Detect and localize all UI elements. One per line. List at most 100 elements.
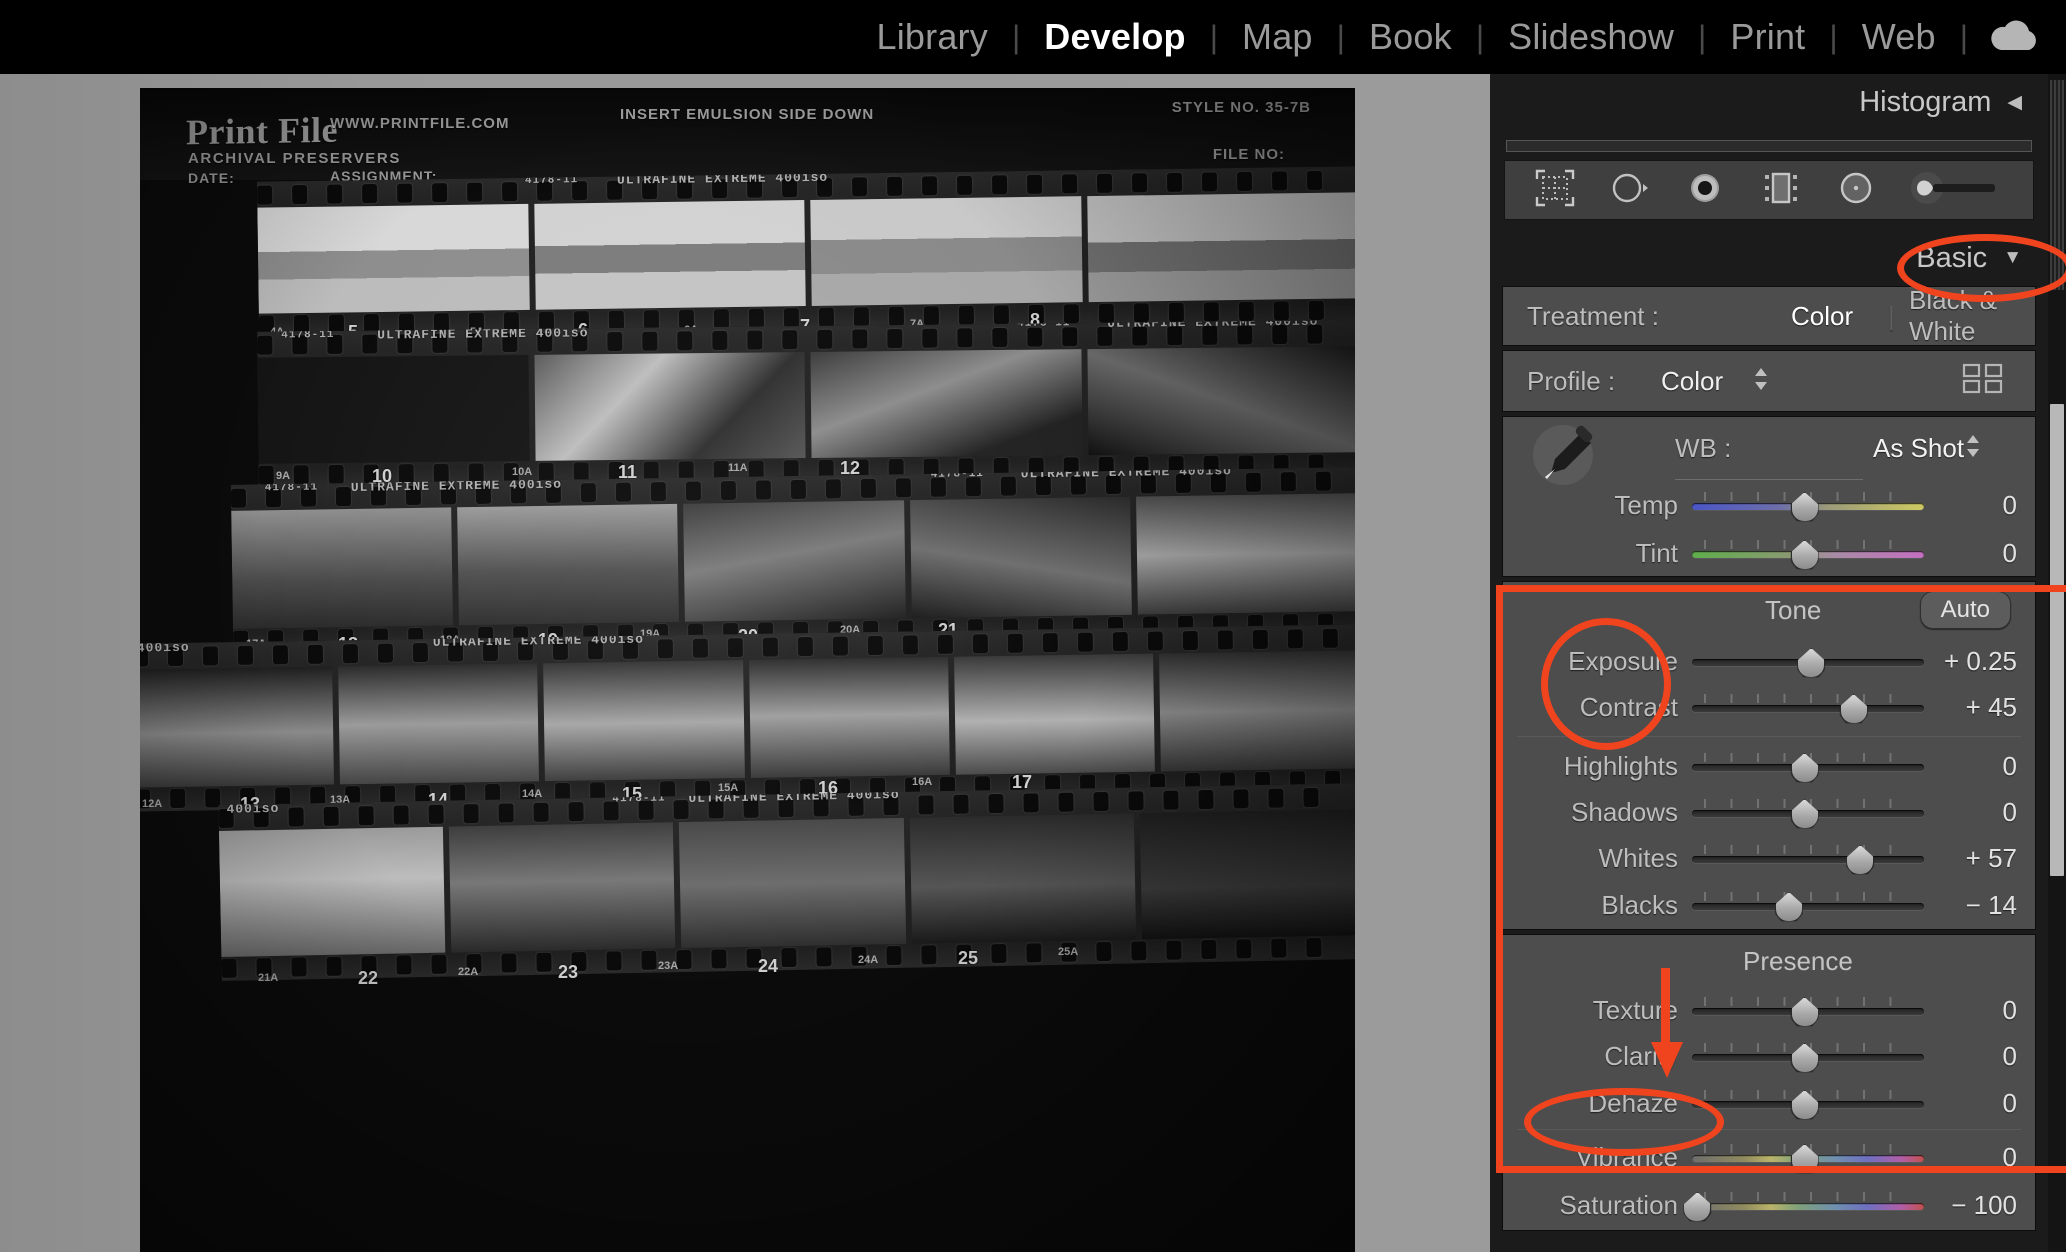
red-eye-icon[interactable] xyxy=(1683,167,1727,214)
saturation-slider[interactable] xyxy=(1683,1190,1924,1222)
dehaze-slider-handle[interactable] xyxy=(1790,1090,1819,1120)
module-print[interactable]: Print xyxy=(1708,16,1827,58)
graduated-filter-icon[interactable] xyxy=(1759,167,1803,214)
dehaze-slider[interactable] xyxy=(1692,1088,1924,1120)
saturation-slider-row[interactable]: Saturation − 100 xyxy=(1503,1180,2035,1230)
clarity-value[interactable]: 0 xyxy=(1915,1041,2035,1072)
clarity-slider-handle[interactable] xyxy=(1790,1043,1819,1073)
texture-slider-row[interactable]: Texture 0 xyxy=(1503,987,2035,1033)
whites-slider[interactable] xyxy=(1692,843,1924,875)
clarity-slider[interactable] xyxy=(1692,1041,1924,1073)
wb-value[interactable]: As Shot xyxy=(1873,433,1964,464)
crop-overlay-icon[interactable] xyxy=(1533,167,1577,214)
contrast-value[interactable]: + 45 xyxy=(1915,692,2035,723)
treatment-separator: | xyxy=(1888,300,1895,331)
tint-slider[interactable] xyxy=(1692,538,1924,570)
shadows-value[interactable]: 0 xyxy=(1915,797,2035,828)
module-slideshow[interactable]: Slideshow xyxy=(1486,16,1696,58)
contrast-slider[interactable] xyxy=(1692,692,1924,724)
module-separator: | xyxy=(1011,18,1021,55)
develop-toolstrip xyxy=(1504,160,2034,220)
shadows-slider-handle[interactable] xyxy=(1790,799,1819,829)
module-separator: | xyxy=(1209,18,1219,55)
cloud-icon[interactable] xyxy=(1988,20,2040,54)
profile-label: Profile : xyxy=(1527,365,1616,396)
clarity-slider-row[interactable]: Clarity 0 xyxy=(1503,1033,2035,1079)
blacks-slider-handle[interactable] xyxy=(1774,892,1803,922)
contact-sheet-photo[interactable]: Print File ARCHIVAL PRESERVERS WWW.PRINT… xyxy=(140,88,1355,1252)
tint-slider-handle[interactable] xyxy=(1790,540,1819,570)
profile-browser-grid-icon[interactable] xyxy=(1961,362,2005,401)
image-canvas[interactable]: Print File ARCHIVAL PRESERVERS WWW.PRINT… xyxy=(0,74,1490,1252)
adjustment-brush-icon[interactable] xyxy=(1909,167,2005,214)
dehaze-slider-row[interactable]: Dehaze 0 xyxy=(1503,1079,2035,1127)
highlights-value[interactable]: 0 xyxy=(1915,751,2035,782)
exposure-slider-handle[interactable] xyxy=(1797,648,1826,678)
highlights-slider-row[interactable]: Highlights 0 xyxy=(1503,743,2035,789)
highlights-slider-handle[interactable] xyxy=(1790,753,1819,783)
temp-slider-handle[interactable] xyxy=(1790,492,1819,522)
profile-value[interactable]: Color xyxy=(1661,366,1723,397)
whites-slider-row[interactable]: Whites + 57 xyxy=(1503,835,2035,881)
module-nav: Library | Develop | Map | Book | Slidesh… xyxy=(854,0,2044,74)
module-separator: | xyxy=(1475,18,1485,55)
temp-slider-row[interactable]: Temp 0 xyxy=(1503,480,2035,530)
treatment-option-bw[interactable]: Black & White xyxy=(1909,285,2035,347)
blacks-label: Blacks xyxy=(1601,889,1678,920)
vibrance-slider-handle[interactable] xyxy=(1790,1144,1819,1174)
blacks-slider-row[interactable]: Blacks − 14 xyxy=(1503,881,2035,929)
vibrance-slider[interactable] xyxy=(1692,1142,1924,1174)
histogram-graph[interactable] xyxy=(1506,140,2032,152)
tint-value[interactable]: 0 xyxy=(1915,538,2035,569)
vibrance-slider-row[interactable]: Vibrance 0 xyxy=(1503,1134,2035,1180)
temp-slider[interactable] xyxy=(1692,490,1924,522)
module-web[interactable]: Web xyxy=(1840,16,1958,58)
dehaze-value[interactable]: 0 xyxy=(1915,1088,2035,1119)
highlights-slider[interactable] xyxy=(1692,751,1924,783)
whites-value[interactable]: + 57 xyxy=(1915,843,2035,874)
module-library[interactable]: Library xyxy=(854,16,1009,58)
updown-stepper-icon[interactable] xyxy=(1753,366,1769,397)
temp-value[interactable]: 0 xyxy=(1915,490,2035,521)
tone-section: Tone Auto Exposure + 0.25 Contrast + 45 xyxy=(1502,581,2036,930)
shadows-slider-row[interactable]: Shadows 0 xyxy=(1503,789,2035,835)
texture-value[interactable]: 0 xyxy=(1915,995,2035,1026)
right-panel-scrollbar[interactable] xyxy=(2048,74,2066,1252)
vibrance-label: Vibrance xyxy=(1575,1141,1678,1172)
tone-curve-panel-header[interactable]: Tone Curve ▼ xyxy=(1490,1241,2048,1252)
radial-filter-icon[interactable] xyxy=(1834,167,1878,214)
auto-tone-button[interactable]: Auto xyxy=(1919,591,2011,629)
treatment-label: Treatment : xyxy=(1527,300,1659,331)
module-develop[interactable]: Develop xyxy=(1022,16,1207,58)
exposure-slider-row[interactable]: Exposure + 0.25 xyxy=(1503,638,2035,684)
spot-removal-icon[interactable] xyxy=(1608,167,1652,214)
highlights-label: Highlights xyxy=(1563,750,1678,781)
module-separator: | xyxy=(1698,18,1707,55)
saturation-value[interactable]: − 100 xyxy=(1915,1190,2035,1221)
exposure-slider[interactable] xyxy=(1692,646,1924,678)
basic-panel-header[interactable]: Basic ▼ xyxy=(1490,230,2048,286)
saturation-slider-handle[interactable] xyxy=(1683,1192,1712,1222)
blacks-value[interactable]: − 14 xyxy=(1915,890,2035,921)
texture-slider-handle[interactable] xyxy=(1790,997,1819,1027)
scrollbar-thumb[interactable] xyxy=(2050,404,2064,876)
updown-stepper-icon[interactable] xyxy=(1965,433,1981,464)
chevron-down-icon[interactable]: ▼ xyxy=(2003,247,2022,269)
module-separator: | xyxy=(1829,18,1838,55)
contrast-slider-handle[interactable] xyxy=(1839,694,1868,724)
contrast-slider-row[interactable]: Contrast + 45 xyxy=(1503,684,2035,730)
blacks-slider[interactable] xyxy=(1692,890,1924,922)
vibrance-value[interactable]: 0 xyxy=(1915,1142,2035,1173)
module-book[interactable]: Book xyxy=(1347,16,1474,58)
module-map[interactable]: Map xyxy=(1220,16,1335,58)
tint-slider-row[interactable]: Tint 0 xyxy=(1503,530,2035,576)
treatment-option-color[interactable]: Color xyxy=(1791,301,1853,332)
module-separator: | xyxy=(1336,18,1345,55)
exposure-value[interactable]: + 0.25 xyxy=(1915,646,2035,677)
histogram-panel-header[interactable]: Histogram ◀ xyxy=(1490,74,2048,130)
texture-slider[interactable] xyxy=(1692,995,1924,1027)
whites-slider-handle[interactable] xyxy=(1846,845,1875,875)
collapse-left-arrow-icon[interactable]: ◀ xyxy=(2007,91,2022,114)
shadows-slider[interactable] xyxy=(1692,797,1924,829)
presence-section: Presence Texture 0 Clarity 0 Dehaze 0 Vi… xyxy=(1502,934,2036,1231)
